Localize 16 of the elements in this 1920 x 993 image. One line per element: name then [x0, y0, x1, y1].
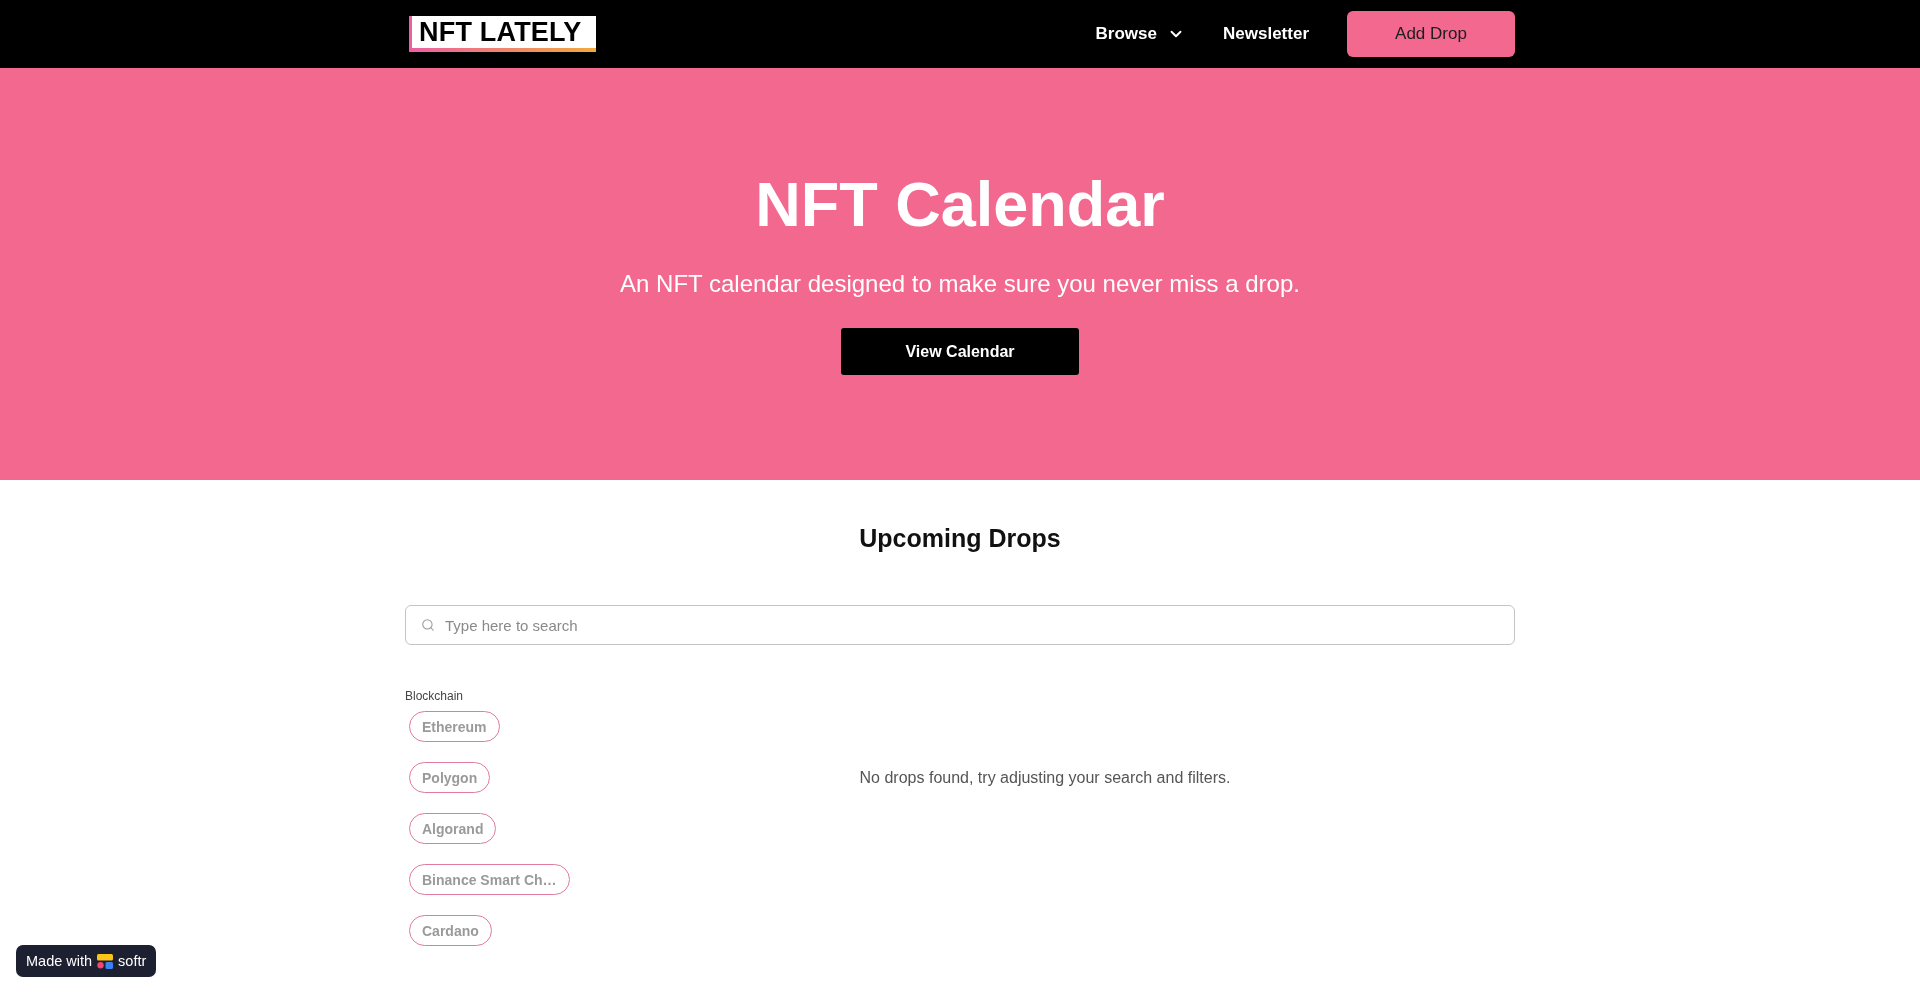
site-logo[interactable]: NFT LATELY	[409, 16, 596, 52]
hero-subtitle: An NFT calendar designed to make sure you never miss a drop.	[620, 269, 1300, 299]
badge-text: Made with	[26, 953, 93, 969]
search-field[interactable]: Type here to search	[405, 605, 1515, 645]
hero-title: NFT Calendar	[755, 168, 1165, 241]
view-calendar-button[interactable]: View Calendar	[841, 328, 1079, 375]
made-with-badge[interactable]: Made with softr	[16, 945, 157, 977]
search-icon	[421, 618, 435, 632]
softr-logo-icon	[97, 953, 114, 969]
section-title: Upcoming Drops	[859, 523, 1061, 553]
nav-dropdown[interactable]: Browse	[1095, 24, 1185, 44]
add-drop-button[interactable]: Add Drop	[1347, 11, 1515, 57]
empty-results-message: No drops found, try adjusting your search and filters.	[859, 768, 1231, 788]
filter-label: Blockchain	[405, 689, 464, 703]
nav-link[interactable]: Newsletter	[1223, 24, 1309, 44]
badge-brand-text: softr	[118, 953, 147, 969]
